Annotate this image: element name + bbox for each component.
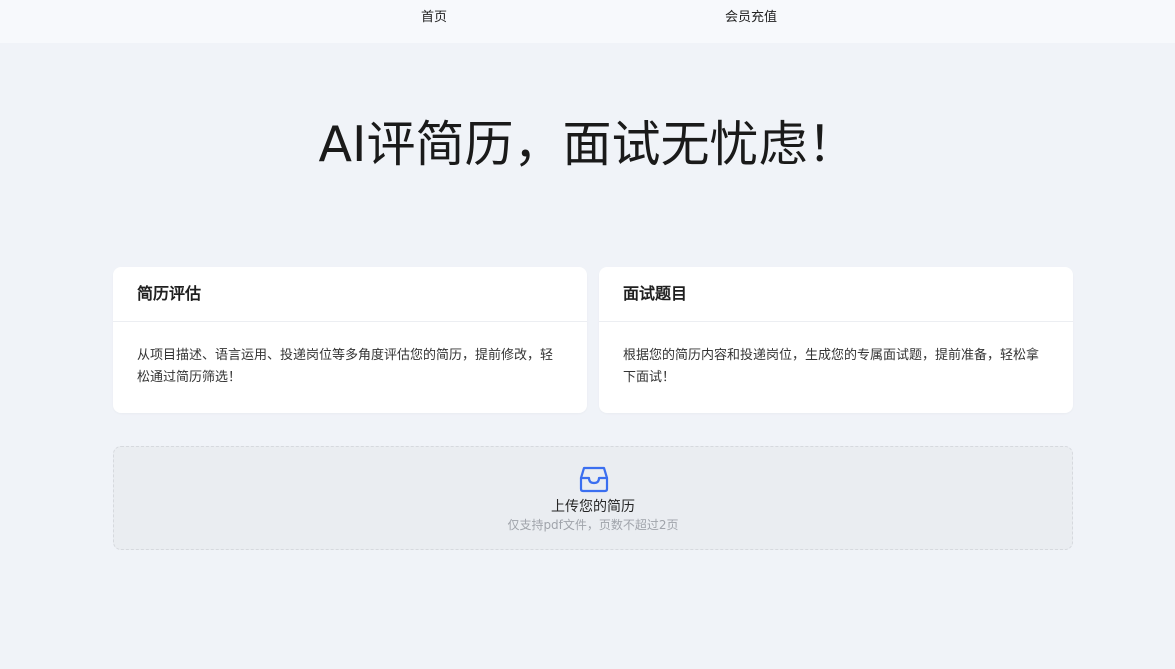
nav-home-link[interactable]: 首页 — [421, 9, 447, 26]
card-description: 从项目描述、语言运用、投递岗位等多角度评估您的简历，提前修改，轻松通过简历筛选！ — [137, 348, 554, 385]
card-title: 面试题目 — [599, 267, 1073, 322]
nav-recharge-link[interactable]: 会员充值 — [725, 9, 777, 26]
resume-upload-dropzone[interactable]: 上传您的简历 仅支持pdf文件，页数不超过2页 — [113, 446, 1073, 550]
upload-hint: 仅支持pdf文件，页数不超过2页 — [507, 518, 679, 532]
card-description: 根据您的简历内容和投递岗位，生成您的专属面试题，提前准备，轻松拿下面试！ — [623, 348, 1040, 385]
top-navigation: 首页 会员充值 — [0, 0, 1175, 43]
hero-title: AI评简历，面试无忧虑！ — [318, 116, 857, 173]
inbox-icon — [579, 466, 609, 493]
card-title: 简历评估 — [113, 267, 587, 322]
resume-evaluation-card: 简历评估 从项目描述、语言运用、投递岗位等多角度评估您的简历，提前修改，轻松通过… — [113, 267, 587, 413]
upload-title: 上传您的简历 — [551, 499, 635, 515]
interview-questions-card: 面试题目 根据您的简历内容和投递岗位，生成您的专属面试题，提前准备，轻松拿下面试… — [599, 267, 1073, 413]
